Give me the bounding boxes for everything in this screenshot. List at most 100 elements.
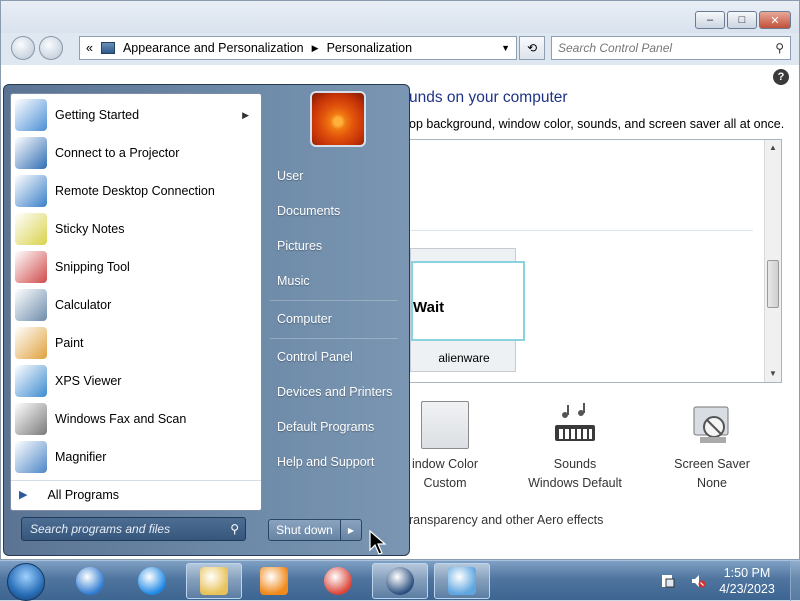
program-item[interactable]: Windows Fax and Scan	[11, 400, 261, 438]
screen-saver-option[interactable]: Screen Saver None	[652, 401, 772, 490]
taskbar-chrome-button[interactable]	[310, 563, 366, 599]
scroll-thumb[interactable]	[767, 260, 779, 308]
close-button[interactable]: ✕	[759, 11, 791, 29]
breadcrumb-appearance[interactable]: Appearance and Personalization	[123, 41, 304, 55]
remote-desktop-icon	[15, 175, 47, 207]
start-link-computer[interactable]: Computer	[277, 312, 332, 326]
title-bar: – □ ✕	[1, 1, 799, 33]
program-label: Connect to a Projector	[55, 146, 180, 160]
start-search-placeholder: Search programs and files	[30, 522, 171, 536]
taskbar-control-panel-button[interactable]	[434, 563, 490, 599]
all-programs-arrow-icon: ▶	[19, 489, 28, 501]
calculator-icon	[15, 289, 47, 321]
internet-explorer-icon	[138, 567, 166, 595]
paint-icon	[15, 327, 47, 359]
system-tray	[660, 573, 706, 589]
breadcrumb-separator-icon[interactable]: ▶	[312, 43, 319, 54]
sounds-option[interactable]: Sounds Windows Default	[515, 401, 635, 490]
program-label: Windows Fax and Scan	[55, 412, 187, 426]
program-label: Remote Desktop Connection	[55, 184, 215, 198]
program-label: Getting Started	[55, 108, 140, 122]
refresh-button[interactable]: ⟲	[519, 36, 545, 60]
action-center-icon[interactable]	[660, 573, 676, 589]
address-bar[interactable]: « Appearance and Personalization ▶ Perso…	[79, 36, 517, 60]
taskbar-file-explorer-button[interactable]	[186, 563, 242, 599]
control-panel-icon	[100, 42, 115, 54]
maximize-button[interactable]: □	[727, 11, 757, 29]
sticky-notes-icon	[15, 213, 47, 245]
program-item[interactable]: Remote Desktop Connection	[11, 172, 261, 210]
control-panel-icon	[448, 567, 476, 595]
shutdown-button[interactable]: Shut down ▶	[268, 519, 362, 541]
show-desktop-button[interactable]	[790, 561, 800, 601]
theme-preview: Wait	[411, 261, 525, 341]
shutdown-options-icon[interactable]: ▶	[341, 520, 361, 540]
program-label: Calculator	[55, 298, 112, 312]
program-item[interactable]: XPS Viewer	[11, 362, 261, 400]
help-icon[interactable]: ?	[773, 69, 789, 85]
start-link-pictures[interactable]: Pictures	[277, 239, 322, 253]
start-link-default-programs[interactable]: Default Programs	[277, 420, 374, 434]
sounds-value: Windows Default	[528, 476, 622, 490]
breadcrumb-prefix[interactable]: «	[86, 41, 93, 55]
start-button[interactable]	[7, 563, 45, 601]
program-item[interactable]: Sticky Notes	[11, 210, 261, 248]
window-color-icon	[421, 401, 469, 449]
start-link-control-panel[interactable]: Control Panel	[277, 350, 353, 364]
start-link-help-and-support[interactable]: Help and Support	[277, 455, 374, 469]
program-label: Paint	[55, 336, 84, 350]
alienware-icon	[386, 567, 414, 595]
program-item[interactable]: Connect to a Projector	[11, 134, 261, 172]
program-item[interactable]: Magnifier	[11, 438, 261, 476]
search-icon[interactable]: ⚲	[775, 41, 784, 55]
shutdown-label[interactable]: Shut down	[269, 520, 341, 540]
submenu-arrow-icon[interactable]: ▶	[242, 110, 249, 121]
scroll-down-icon[interactable]: ▼	[765, 366, 781, 382]
start-link-documents[interactable]: Documents	[277, 204, 340, 218]
start-link-devices-and-printers[interactable]: Devices and Printers	[277, 385, 392, 399]
file-explorer-icon	[200, 567, 228, 595]
program-label: Sticky Notes	[55, 222, 125, 236]
taskbar-alienware-button[interactable]	[372, 563, 428, 599]
volume-muted-icon[interactable]	[690, 573, 706, 589]
taskbar-media-player-button[interactable]	[246, 563, 302, 599]
taskbar-internet-explorer-button[interactable]	[124, 563, 180, 599]
start-menu-separator	[270, 338, 398, 339]
all-programs-button[interactable]: ▶ All Programs	[11, 480, 261, 508]
aero-effects-link[interactable]: ransparency and other Aero effects	[409, 513, 603, 527]
start-search-input[interactable]: Search programs and files ⚲	[21, 517, 246, 541]
taskbar-windows-update-button[interactable]	[62, 563, 118, 599]
minimize-button[interactable]: –	[695, 11, 725, 29]
search-icon[interactable]: ⚲	[230, 522, 239, 536]
program-item[interactable]: Calculator	[11, 286, 261, 324]
theme-alienware[interactable]: Wait alienware	[410, 248, 525, 372]
clock-time: 1:50 PM	[723, 566, 771, 580]
screen-saver-icon	[688, 401, 736, 449]
user-avatar[interactable]	[310, 91, 366, 147]
breadcrumb-personalization[interactable]: Personalization	[327, 41, 412, 55]
chrome-icon	[324, 567, 352, 595]
scroll-up-icon[interactable]: ▲	[765, 140, 781, 156]
magnifier-icon	[15, 441, 47, 473]
program-item[interactable]: Getting Started ▶	[11, 96, 261, 134]
themes-scrollbar[interactable]: ▲ ▼	[764, 140, 781, 382]
themes-divider	[410, 230, 753, 231]
snipping-tool-icon	[15, 251, 47, 283]
search-control-panel-input[interactable]: Search Control Panel ⚲	[551, 36, 791, 60]
screen-saver-title: Screen Saver	[674, 457, 750, 471]
forward-button[interactable]	[39, 36, 63, 60]
navigation-bar: « Appearance and Personalization ▶ Perso…	[1, 33, 799, 63]
program-item[interactable]: Paint	[11, 324, 261, 362]
address-dropdown-icon[interactable]: ▼	[501, 43, 510, 53]
start-link-music[interactable]: Music	[277, 274, 310, 288]
window-controls: – □ ✕	[695, 11, 791, 29]
clock[interactable]: 1:50 PM 4/23/2023	[712, 565, 782, 597]
getting-started-icon	[15, 99, 47, 131]
program-item[interactable]: Snipping Tool	[11, 248, 261, 286]
mouse-cursor-icon	[369, 530, 387, 555]
start-link-user[interactable]: User	[277, 169, 303, 183]
page-title: unds on your computer	[409, 89, 568, 106]
themes-list: Wait alienware ▲ ▼	[409, 139, 782, 383]
back-button[interactable]	[11, 36, 35, 60]
projector-icon	[15, 137, 47, 169]
